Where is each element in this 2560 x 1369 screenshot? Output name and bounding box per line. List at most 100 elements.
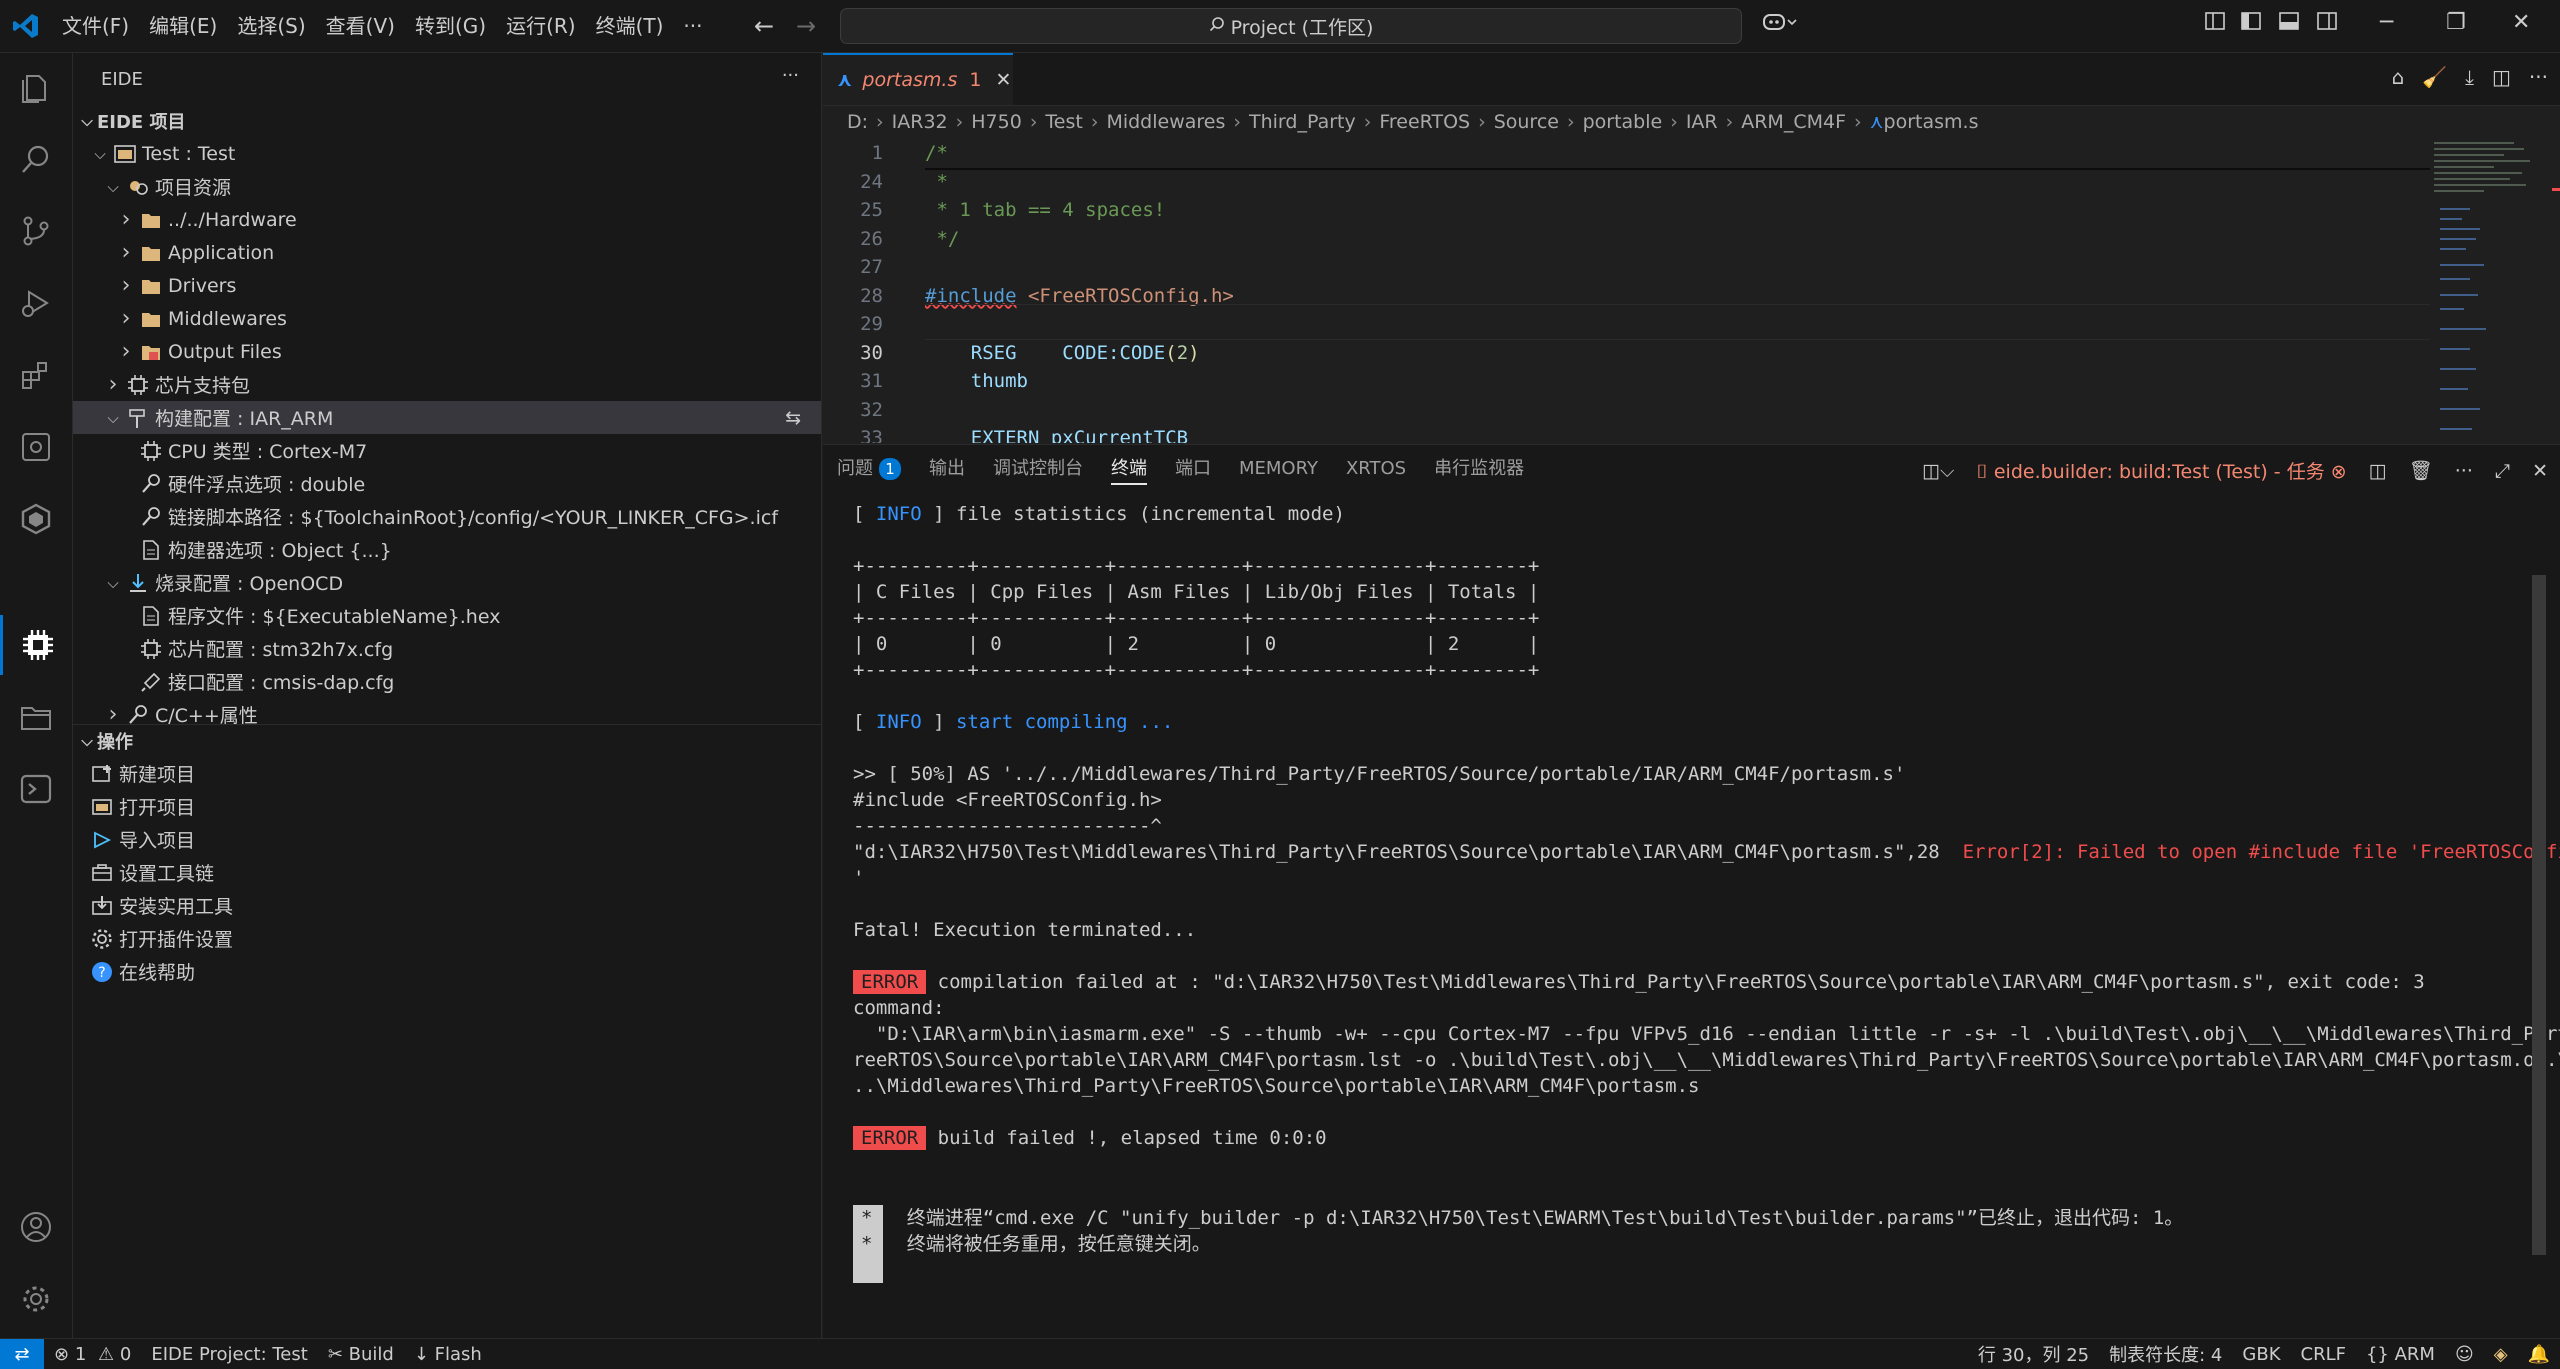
menu-item-3[interactable]: 查看(V) <box>316 0 405 52</box>
operation-item[interactable]: ? 在线帮助 <box>73 955 821 988</box>
accounts-icon[interactable] <box>0 1197 72 1257</box>
remote-indicator-icon[interactable]: ⇄ <box>0 1339 44 1369</box>
panel-tab[interactable]: 终端 <box>1097 445 1161 493</box>
tab-size[interactable]: 制表符长度: 4 <box>2099 1341 2232 1367</box>
breadcrumb-item[interactable]: ARM_CM4F <box>1741 111 1846 133</box>
restore-icon[interactable]: ❐ <box>2446 10 2466 35</box>
menu-item-4[interactable]: 转到(G) <box>405 0 496 52</box>
extension-status-icon[interactable]: ◈ <box>2484 1344 2518 1365</box>
menu-item-1[interactable]: 编辑(E) <box>139 0 227 52</box>
panel-tab[interactable]: 问题 1 <box>823 445 915 493</box>
tree-item[interactable]: › 芯片支持包 <box>73 368 821 401</box>
section-operations[interactable]: ⌵ 操作 <box>73 724 821 757</box>
extensions-icon[interactable] <box>0 345 72 405</box>
panel-tab[interactable]: MEMORY <box>1225 445 1332 493</box>
menu-item-0[interactable]: 文件(F) <box>52 0 139 52</box>
customize-layout-icon[interactable] <box>2204 10 2226 38</box>
tree-item[interactable]: 链接脚本路径 : ${ToolchainRoot}/config/<YOUR_L… <box>73 500 821 533</box>
split-terminal-icon[interactable]: ◫ <box>2369 460 2387 482</box>
panel-tab[interactable]: 输出 <box>915 445 979 493</box>
build-project-icon[interactable]: ⌂ <box>2392 65 2405 89</box>
menu-item-7[interactable]: ··· <box>673 0 712 52</box>
breadcrumb-item[interactable]: Test <box>1045 111 1082 133</box>
build-button[interactable]: ✂ Build <box>318 1344 404 1365</box>
eide-chip-icon[interactable] <box>0 615 72 675</box>
terminal-output[interactable]: [ INFO ] file statistics (incremental mo… <box>853 501 2560 1321</box>
breadcrumb-item[interactable]: D: <box>847 111 868 133</box>
tree-item[interactable]: 程序文件 : ${ExecutableName}.hex <box>73 599 821 632</box>
back-arrow-icon[interactable]: ← <box>754 12 774 40</box>
operation-item[interactable]: 导入项目 <box>73 823 821 856</box>
project-manager-icon[interactable] <box>0 687 72 747</box>
maximize-panel-icon[interactable]: ⤢ <box>2495 460 2510 482</box>
problems-status[interactable]: ⊗ 1 ⚠ 0 <box>44 1344 141 1365</box>
tree-item[interactable]: 芯片配置 : stm32h7x.cfg <box>73 632 821 665</box>
panel-tab[interactable]: XRTOS <box>1332 445 1420 493</box>
code-editor[interactable]: 1/* 24 * 25 * 1 tab == 4 spaces! 26 */27 28 #… <box>823 138 2560 443</box>
panel-tab[interactable]: 调试控制台 <box>979 445 1097 493</box>
tree-item[interactable]: ⌵ 构建配置 : IAR_ARM ⇆ <box>73 401 821 434</box>
remote-explorer-icon[interactable] <box>0 417 72 477</box>
menu-item-6[interactable]: 终端(T) <box>586 0 674 52</box>
more-actions-icon[interactable]: ··· <box>2529 65 2548 89</box>
modify-config-icon[interactable]: ⇆ <box>785 407 801 429</box>
operation-item[interactable]: 安装实用工具 <box>73 889 821 922</box>
task-terminal-label[interactable]: ⌷ eide.builder: build:Test (Test) - 任务 ⊗ <box>1976 457 2346 484</box>
toggle-secondary-sidebar-icon[interactable] <box>2316 10 2338 38</box>
menu-item-2[interactable]: 选择(S) <box>227 0 315 52</box>
language-mode[interactable]: {} ARM <box>2356 1344 2445 1365</box>
more-actions-icon[interactable]: ··· <box>2455 460 2473 482</box>
clean-project-icon[interactable]: 🧹 <box>2422 65 2447 89</box>
tree-item[interactable]: › Drivers <box>73 269 821 302</box>
tree-item[interactable]: ⌵ Test : Test <box>73 137 821 170</box>
tree-item[interactable]: 构建器选项 : Object {...} <box>73 533 821 566</box>
panel-tab[interactable]: 串行监视器 <box>1420 445 1538 493</box>
notifications-bell-icon[interactable]: 🔔 <box>2518 1344 2560 1365</box>
terminal-scrollbar[interactable] <box>2532 575 2546 1255</box>
close-window-icon[interactable]: ✕ <box>2512 10 2530 35</box>
flash-button[interactable]: ↓ Flash <box>404 1344 492 1365</box>
line-ending[interactable]: CRLF <box>2291 1344 2356 1365</box>
kill-terminal-icon[interactable]: 🗑 <box>2409 459 2433 482</box>
menu-item-5[interactable]: 运行(R) <box>496 0 586 52</box>
tree-item[interactable]: › ../../Hardware <box>73 203 821 236</box>
copilot-status-icon[interactable]: ☺ <box>2445 1344 2484 1365</box>
terminal-shortcut-icon[interactable] <box>0 759 72 819</box>
search-icon[interactable] <box>0 129 72 189</box>
eide-project-status[interactable]: EIDE Project: Test <box>141 1344 317 1365</box>
source-control-icon[interactable] <box>0 201 72 261</box>
toggle-panel-icon[interactable] <box>2278 10 2300 38</box>
close-panel-icon[interactable]: ✕ <box>2532 460 2548 482</box>
tree-item[interactable]: ⌵ 项目资源 <box>73 170 821 203</box>
command-center-search[interactable]: Project (工作区) <box>840 8 1742 44</box>
operation-item[interactable]: 新建项目 <box>73 757 821 790</box>
minimize-icon[interactable]: ─ <box>2380 10 2393 35</box>
section-eide-project[interactable]: ⌵ EIDE 项目 <box>73 105 821 137</box>
cursor-position[interactable]: 行 30，列 25 <box>1968 1341 2099 1367</box>
toggle-primary-sidebar-icon[interactable] <box>2240 10 2262 38</box>
panel-tab[interactable]: 端口 <box>1161 445 1225 493</box>
tree-item[interactable]: ⌵ 烧录配置 : OpenOCD <box>73 566 821 599</box>
tree-item[interactable]: 接口配置 : cmsis-dap.cfg <box>73 665 821 698</box>
manage-gear-icon[interactable] <box>0 1269 72 1329</box>
breadcrumb-item[interactable]: FreeRTOS <box>1379 111 1470 133</box>
flash-program-icon[interactable]: ⤓ <box>2465 65 2474 89</box>
minimap[interactable] <box>2430 138 2560 443</box>
breadcrumb-item[interactable]: IAR32 <box>892 111 948 133</box>
operation-item[interactable]: 打开项目 <box>73 790 821 823</box>
file-encoding[interactable]: GBK <box>2232 1344 2290 1365</box>
breadcrumb-item[interactable]: portable <box>1583 111 1663 133</box>
explorer-icon[interactable] <box>0 57 72 117</box>
operation-item[interactable]: 设置工具链 <box>73 856 821 889</box>
forward-arrow-icon[interactable]: → <box>796 12 816 40</box>
copilot-icon[interactable] <box>1762 10 1798 40</box>
operation-item[interactable]: 打开插件设置 <box>73 922 821 955</box>
run-debug-icon[interactable] <box>0 273 72 333</box>
tree-item[interactable]: 硬件浮点选项 : double <box>73 467 821 500</box>
breadcrumb-item[interactable]: H750 <box>971 111 1022 133</box>
breadcrumb-item[interactable]: Third_Party <box>1249 111 1356 133</box>
tree-item[interactable]: CPU 类型 : Cortex-M7 <box>73 434 821 467</box>
cube-icon[interactable] <box>0 489 72 549</box>
breadcrumb-item[interactable]: IAR <box>1686 111 1718 133</box>
more-actions-icon[interactable]: ··· <box>782 65 799 86</box>
